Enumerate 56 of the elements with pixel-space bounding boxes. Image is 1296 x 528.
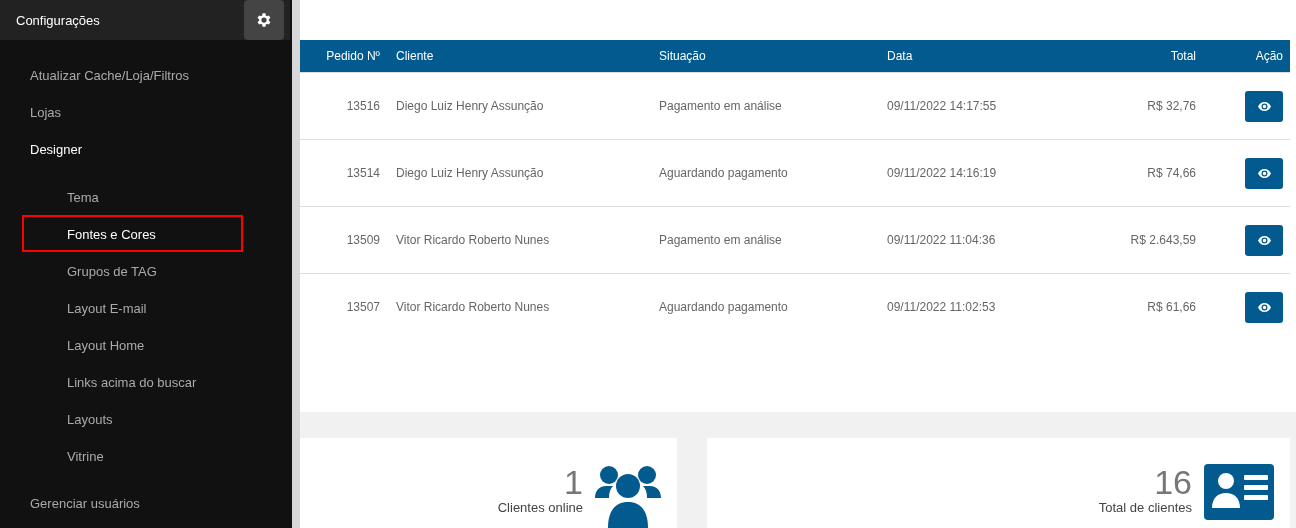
sidebar-title: Configurações	[16, 12, 100, 28]
stat-value: 16	[1154, 464, 1192, 500]
eye-icon	[1257, 101, 1271, 111]
scrollbar[interactable]	[290, 0, 300, 528]
submenu-item[interactable]: Fontes e Cores	[22, 215, 243, 252]
eye-icon	[1257, 302, 1271, 312]
table-cell-text: 09/11/2022 14:16:19	[887, 166, 998, 180]
column-header: Cliente	[396, 49, 435, 63]
table-cell: R$ 61,66	[1147, 300, 1196, 314]
table-cell: R$ 74,66	[1147, 166, 1196, 180]
table-cell-text: Vitor Ricardo Roberto Nunes	[396, 300, 551, 314]
eye-icon	[1257, 235, 1271, 245]
submenu-item[interactable]: Vitrine	[22, 437, 243, 474]
table-cell: 13509	[346, 233, 380, 247]
stat-label: Clientes online	[497, 500, 583, 515]
view-button[interactable]	[1245, 224, 1283, 256]
contact-card-icon	[1204, 464, 1274, 520]
table-cell-text: Aguardando pagamento	[659, 166, 789, 180]
submenu-item[interactable]: Layout Home	[22, 326, 243, 363]
column-header: Ação	[1255, 49, 1283, 63]
column-header: Data	[887, 49, 914, 63]
table-cell-text: Pagamento em análise	[659, 233, 783, 247]
table-cell-text: Vitor Ricardo Roberto Nunes	[396, 233, 551, 247]
table-cell-text: Diego Luiz Henry Assunção	[396, 99, 545, 113]
table-cell: 13516	[346, 99, 380, 113]
menu-item[interactable]: Lojas	[0, 94, 290, 131]
submenu-item[interactable]: Tema	[22, 178, 243, 215]
table-cell: 13507	[346, 300, 380, 314]
table-cell-text: 09/11/2022 14:17:55	[887, 99, 998, 113]
table-cell: R$ 2.643,59	[1130, 233, 1196, 247]
eye-icon	[1257, 168, 1271, 178]
submenu-item[interactable]: Layout E-mail	[22, 289, 243, 326]
column-header: Pedido Nº	[326, 49, 380, 63]
table-cell-text: 09/11/2022 11:04:36	[887, 233, 997, 247]
table-cell-text: 09/11/2022 11:02:53	[887, 300, 997, 314]
submenu-item[interactable]: Grupos de TAG	[22, 252, 243, 289]
table-cell-text: Diego Luiz Henry Assunção	[396, 166, 545, 180]
users-icon	[595, 464, 661, 528]
view-button[interactable]	[1245, 291, 1283, 323]
settings-icon	[255, 11, 273, 29]
column-header: Total	[1170, 49, 1196, 63]
submenu-item[interactable]: Links acima do buscar	[22, 363, 243, 400]
view-button[interactable]	[1245, 157, 1283, 189]
table-cell-text: Pagamento em análise	[659, 99, 783, 113]
menu-item[interactable]: Designer	[0, 131, 290, 168]
column-header: Situação	[659, 49, 707, 63]
stat-label: Total de clientes	[1098, 500, 1192, 515]
table-cell: 13514	[346, 166, 380, 180]
table-cell-text: Aguardando pagamento	[659, 300, 789, 314]
submenu-item[interactable]: Layouts	[22, 400, 243, 437]
table-cell: R$ 32,76	[1147, 99, 1196, 113]
view-button[interactable]	[1245, 90, 1283, 122]
menu-item[interactable]: Gerenciar usuários	[0, 485, 290, 522]
menu-item[interactable]: Atualizar Cache/Loja/Filtros	[0, 57, 290, 94]
settings-button[interactable]	[244, 0, 284, 40]
stat-value: 1	[564, 464, 583, 500]
